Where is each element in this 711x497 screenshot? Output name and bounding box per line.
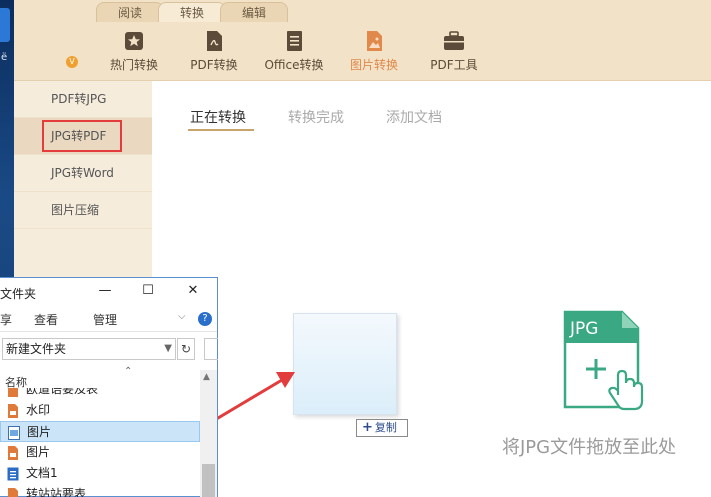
active-tab-indicator — [188, 129, 254, 131]
explorer-title-bar: 文件夹 — ☐ ✕ — [0, 278, 217, 306]
tool-label: 热门转换 — [109, 58, 158, 72]
plus-icon: + — [362, 420, 373, 435]
ribbon-share[interactable]: 享 — [0, 311, 12, 328]
address-text: 新建文件夹 — [6, 342, 67, 356]
maximize-icon[interactable]: ☐ — [138, 282, 158, 300]
minimize-icon[interactable]: — — [95, 282, 115, 300]
tool-pdf-tools[interactable]: PDF工具 — [414, 28, 494, 76]
ribbon-manage[interactable]: 管理 — [93, 311, 117, 328]
file-name: 转站站要表 — [26, 487, 87, 497]
star-icon — [125, 32, 143, 50]
highlight-box — [42, 120, 122, 152]
tab-edit[interactable]: 编辑 — [220, 2, 288, 22]
file-name: 图片 — [26, 445, 51, 459]
list-item-selected[interactable]: 图片 — [0, 421, 200, 442]
refresh-icon[interactable]: ↻ — [177, 338, 195, 360]
sidebar-item-label: JPG转Word — [51, 166, 114, 180]
tool-pdf-convert[interactable]: PDF转换 — [174, 28, 254, 76]
close-icon[interactable]: ✕ — [183, 282, 203, 300]
tool-hot-convert[interactable]: 热门转换 — [94, 28, 174, 76]
sidebar-item-label: 图片压缩 — [51, 203, 100, 217]
list-item[interactable]: 欧道语要及表 — [0, 388, 200, 400]
search-box[interactable] — [204, 338, 218, 360]
top-toolbar: 阅读 转换 编辑 热门转换 PDF转换 Office转换 图片转换 PDF工具 … — [14, 0, 711, 81]
chevron-down-icon[interactable]: ⌵ — [178, 311, 186, 322]
tool-image-convert[interactable]: 图片转换 — [334, 28, 414, 76]
sidebar-item-image-compress[interactable]: 图片压缩 — [14, 192, 152, 229]
sidebar-item-label: PDF转JPG — [51, 92, 107, 106]
pdf-icon — [207, 31, 222, 51]
file-list: 欧道语要及表 水印 图片 图片 文档1 转站站要表 — [0, 388, 200, 497]
pdf-file-icon — [8, 404, 18, 418]
address-dropdown-icon[interactable]: ▼ — [164, 339, 172, 359]
copy-label: 复制 — [374, 421, 397, 434]
main-panel: 正在转换 转换完成 添加文档 + 复制 JPG 将JPG文件拖放至此处 — [152, 81, 711, 497]
sidebar-item-jpg-to-word[interactable]: JPG转Word — [14, 155, 152, 192]
file-name: 欧道语要及表 — [26, 388, 99, 396]
copy-tooltip: + 复制 — [356, 419, 408, 437]
help-icon[interactable]: ? — [198, 312, 212, 326]
sidebar-item-pdf-to-jpg[interactable]: PDF转JPG — [14, 81, 152, 118]
sidebar-item-jpg-to-pdf[interactable]: JPG转PDF — [14, 118, 152, 155]
drop-hint: 将JPG文件拖放至此处 — [502, 437, 677, 458]
pdf-file-icon — [8, 446, 18, 460]
file-name: 水印 — [26, 403, 51, 417]
tool-office-convert[interactable]: Office转换 — [254, 28, 334, 76]
vip-badge[interactable]: V — [66, 56, 78, 68]
pdf-file-icon — [8, 388, 18, 397]
file-name: 文档1 — [26, 466, 58, 480]
scroll-up-icon[interactable]: ▲ — [203, 372, 210, 382]
tool-label: 图片转换 — [349, 58, 398, 72]
tab-converting[interactable]: 正在转换 — [190, 107, 246, 127]
image-file-icon — [8, 426, 20, 440]
image-icon — [367, 31, 382, 51]
desktop-label: ё — [1, 52, 8, 63]
file-explorer-window: 文件夹 — ☐ ✕ 享 查看 管理 ⌵ ? 新建文件夹 ▼ ↻ ⌃ 名称 欧道语… — [0, 277, 218, 497]
tool-label: Office转换 — [264, 58, 324, 72]
dragged-file-preview — [293, 313, 397, 415]
tool-label: PDF工具 — [430, 58, 478, 72]
list-item[interactable]: 图片 — [0, 442, 200, 463]
ribbon-view[interactable]: 查看 — [34, 311, 58, 328]
pdf-file-icon — [8, 488, 18, 497]
desktop-app-icon[interactable] — [0, 8, 10, 42]
explorer-ribbon: 享 查看 管理 ⌵ ? — [0, 306, 217, 332]
tab-read[interactable]: 阅读 — [96, 2, 164, 22]
tool-label: PDF转换 — [190, 58, 238, 72]
file-name: 图片 — [27, 425, 52, 439]
vertical-scrollbar[interactable]: ▲ — [200, 370, 217, 497]
jpg-drop-icon[interactable]: JPG — [562, 309, 652, 419]
jpg-label: JPG — [569, 319, 598, 339]
list-item[interactable]: 转站站要表 — [0, 484, 200, 497]
address-bar[interactable]: 新建文件夹 ▼ — [2, 338, 176, 360]
toolbox-icon — [444, 31, 464, 50]
tab-converted[interactable]: 转换完成 — [288, 107, 344, 127]
explorer-title: 文件夹 — [0, 287, 37, 301]
tab-add-document[interactable]: 添加文档 — [386, 107, 442, 127]
word-file-icon — [7, 467, 19, 481]
list-item[interactable]: 水印 — [0, 400, 200, 421]
document-icon — [287, 31, 302, 51]
scrollbar-thumb[interactable] — [202, 464, 215, 497]
list-item[interactable]: 文档1 — [0, 463, 200, 484]
tab-convert[interactable]: 转换 — [158, 2, 226, 22]
